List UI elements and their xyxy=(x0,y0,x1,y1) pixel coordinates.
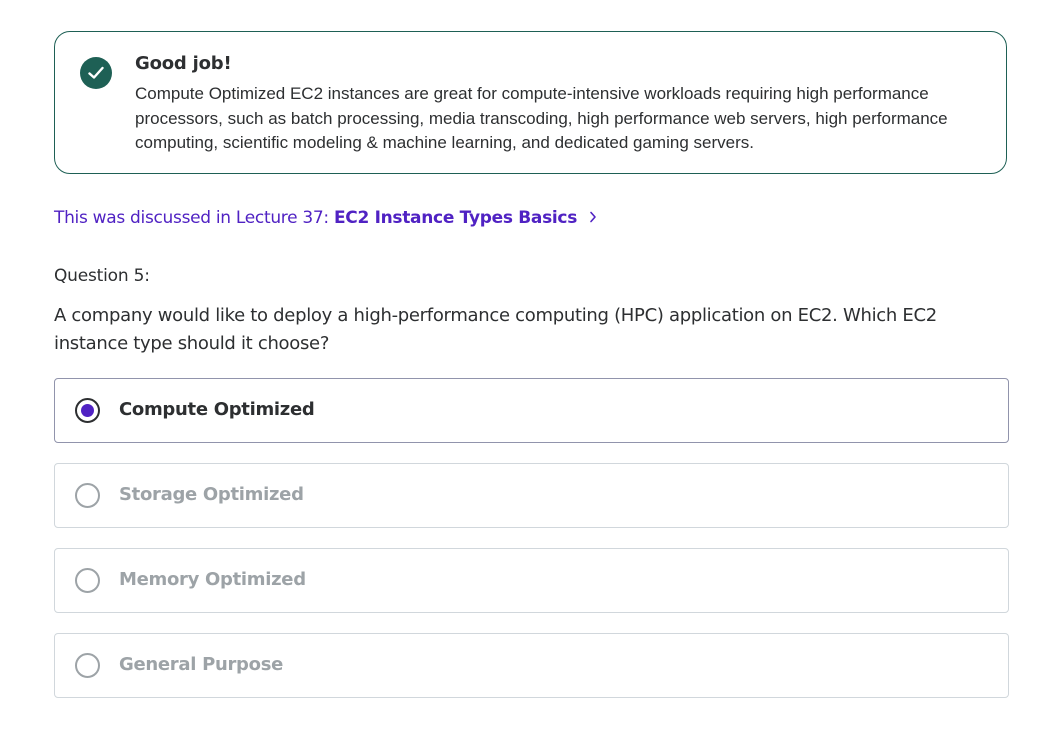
lecture-reference-prefix: This was discussed in Lecture 37: xyxy=(54,208,334,228)
answer-option-storage-optimized[interactable]: Storage Optimized xyxy=(54,463,1009,528)
feedback-alert: Good job! Compute Optimized EC2 instance… xyxy=(54,31,1007,174)
lecture-reference-link[interactable]: This was discussed in Lecture 37: EC2 In… xyxy=(54,208,597,228)
radio-unselected-icon[interactable] xyxy=(75,568,100,593)
feedback-title: Good job! xyxy=(135,53,232,74)
chevron-right-icon xyxy=(589,208,597,228)
radio-selected-icon[interactable] xyxy=(75,398,100,423)
check-circle-icon xyxy=(80,57,112,89)
answer-option-general-purpose[interactable]: General Purpose xyxy=(54,633,1009,698)
answer-option-label: Storage Optimized xyxy=(119,484,304,505)
radio-unselected-icon[interactable] xyxy=(75,483,100,508)
radio-dot xyxy=(81,404,94,417)
answer-option-compute-optimized[interactable]: Compute Optimized xyxy=(54,378,1009,443)
question-text: A company would like to deploy a high-pe… xyxy=(54,305,937,354)
answer-option-memory-optimized[interactable]: Memory Optimized xyxy=(54,548,1009,613)
answer-option-label: General Purpose xyxy=(119,654,284,675)
answer-option-label: Compute Optimized xyxy=(119,399,315,420)
radio-unselected-icon[interactable] xyxy=(75,653,100,678)
feedback-body: Compute Optimized EC2 instances are grea… xyxy=(135,84,948,152)
lecture-title: EC2 Instance Types Basics xyxy=(333,208,578,228)
question-number: Question 5: xyxy=(54,266,150,286)
answer-option-label: Memory Optimized xyxy=(119,569,306,590)
